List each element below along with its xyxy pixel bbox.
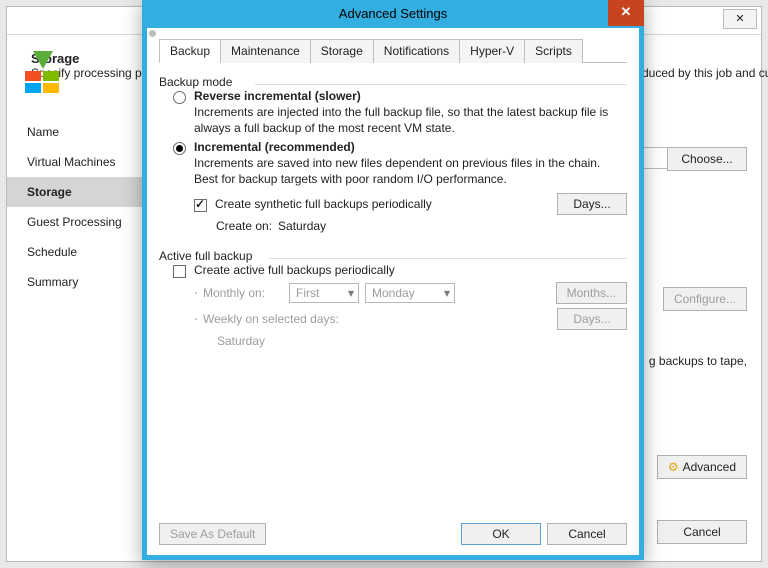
incremental-label: Incremental (recommended) [194,140,355,154]
secondary-target-text-partial: g backups to tape, [649,354,747,368]
weekly-days-button: Days... [557,308,627,330]
create-on-value: Saturday [278,219,326,233]
wizard-cancel-button[interactable]: Cancel [657,520,747,544]
monthly-day-select: Monday [365,283,455,303]
sidebar-item-guest-processing[interactable]: Guest Processing [7,207,157,237]
checkbox-active-full[interactable] [173,265,186,278]
tab-notifications[interactable]: Notifications [373,39,460,63]
configure-button[interactable]: Configure... [663,287,747,311]
checkbox-synthetic-full[interactable] [194,199,207,212]
active-full-label: Create active full backups periodically [194,263,395,277]
gear-icon: ⚙ [668,460,679,474]
weekly-value: Saturday [217,334,265,348]
sidebar-item-virtual-machines[interactable]: Virtual Machines [7,147,157,177]
radio-weekly [195,318,197,320]
radio-monthly [195,292,197,294]
tab-scripts[interactable]: Scripts [524,39,583,63]
save-as-default-button[interactable]: Save As Default [159,523,266,545]
choose-button[interactable]: Choose... [667,147,747,171]
group-backup-mode: Backup mode [159,75,627,89]
option-reverse-incremental[interactable]: Reverse incremental (slower) Increments … [173,89,627,136]
tab-storage[interactable]: Storage [310,39,374,63]
weekly-label: Weekly on selected days: [203,312,551,326]
monthly-week-select: First [289,283,359,303]
tab-maintenance[interactable]: Maintenance [220,39,311,63]
option-active-full-enable[interactable]: Create active full backups periodically [173,263,627,278]
dialog-footer: Save As Default OK Cancel [147,515,639,555]
dialog-tabs: Backup Maintenance Storage Notifications… [159,38,627,63]
dialog-title: Advanced Settings [339,6,447,21]
parent-close-button[interactable]: ✕ [723,9,757,29]
dialog-close-button[interactable]: ✕ [608,0,644,26]
sidebar-item-summary[interactable]: Summary [7,267,157,297]
months-button: Months... [556,282,627,304]
sidebar-item-storage[interactable]: Storage [7,177,157,207]
create-on-label: Create on: [216,219,272,233]
sidebar-item-name[interactable]: Name [7,117,157,147]
reverse-incremental-desc: Increments are injected into the full ba… [194,105,627,136]
synthetic-full-label: Create synthetic full backups periodical… [215,197,432,211]
radio-incremental[interactable] [173,142,186,155]
reverse-incremental-label: Reverse incremental (slower) [194,89,361,103]
tab-hyper-v[interactable]: Hyper-V [459,39,525,63]
wizard-step-sidebar: Name Virtual Machines Storage Guest Proc… [7,117,157,297]
monthly-on-label: Monthly on: [203,286,283,300]
sidebar-item-schedule[interactable]: Schedule [7,237,157,267]
ok-button[interactable]: OK [461,523,541,545]
tab-backup[interactable]: Backup [159,39,221,63]
radio-reverse-incremental[interactable] [173,91,186,104]
group-active-full-backup: Active full backup [159,249,627,263]
advanced-settings-dialog: Advanced Settings ✕ Backup Maintenance S… [142,0,644,560]
dialog-cancel-button[interactable]: Cancel [547,523,627,545]
synthetic-days-button[interactable]: Days... [557,193,627,215]
incremental-desc: Increments are saved into new files depe… [194,156,627,187]
advanced-button[interactable]: ⚙Advanced [657,455,747,479]
dialog-titlebar: Advanced Settings ✕ [142,0,644,28]
option-incremental[interactable]: Incremental (recommended) Increments are… [173,140,627,237]
